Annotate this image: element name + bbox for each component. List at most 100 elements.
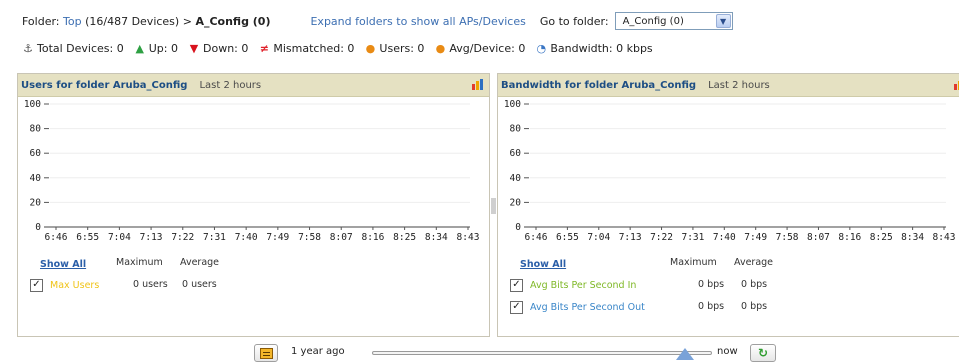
legend-row-bits-out[interactable]: ✓ Avg Bits Per Second Out	[510, 299, 645, 315]
series-checkbox[interactable]: ✓	[510, 278, 523, 292]
average-header: Average	[734, 257, 774, 268]
panel-splitter[interactable]	[491, 198, 496, 214]
timeline-end-label: now	[717, 346, 738, 357]
chart-options-icon[interactable]	[954, 79, 959, 90]
top-device-count: (16/487 Devices)	[85, 14, 180, 28]
series-avg-value: 0 bps	[741, 279, 768, 290]
stat-total-devices: ⚓ Total Devices: 0	[22, 42, 124, 55]
refresh-icon: ↻	[757, 346, 769, 360]
average-header: Average	[180, 257, 220, 268]
users-chart-panel: Users for folder Aruba_Config Last 2 hou…	[17, 73, 490, 337]
x-tick-label: 7:49	[744, 232, 767, 243]
goto-folder-value: A_Config (0)	[622, 15, 684, 27]
bandwidth-icon: ◔	[536, 41, 547, 55]
series-label: Avg Bits Per Second In	[530, 279, 637, 291]
x-tick-label: 7:13	[619, 232, 642, 243]
refresh-button[interactable]: ↻	[750, 344, 776, 362]
x-tick-label: 7:13	[140, 232, 163, 243]
x-tick-label: 8:25	[393, 232, 416, 243]
x-tick-label: 8:34	[425, 232, 448, 243]
stat-label: Bandwidth: 0 kbps	[550, 41, 653, 55]
bandwidth-line-chart: 0 20 40 60 80 100 6:46 6:55 7:04 7:13 7:22 7:31 7:40…	[504, 99, 956, 243]
x-tick-label: 8:07	[807, 232, 830, 243]
x-tick-label: 6:55	[556, 232, 579, 243]
y-tick-label: 40	[30, 173, 42, 184]
stat-label: Up: 0	[148, 41, 178, 55]
goto-folder-label: Go to folder:	[539, 14, 609, 28]
users-panel-title: Users for folder Aruba_Config	[21, 79, 188, 91]
stat-label: Avg/Device: 0	[449, 41, 526, 55]
timeline-track[interactable]	[372, 351, 712, 355]
x-tick-label: 6:46	[525, 232, 548, 243]
y-tick-label: 100	[504, 99, 521, 110]
maximum-header: Maximum	[670, 257, 717, 268]
stat-label: Down: 0	[203, 41, 249, 55]
calendar-icon	[259, 347, 273, 359]
x-tick-label: 8:43	[933, 232, 956, 243]
user-icon: ●	[365, 41, 376, 55]
series-avg-value: 0 users	[182, 279, 217, 290]
y-tick-label: 20	[510, 197, 522, 208]
show-all-link[interactable]: Show All	[40, 259, 86, 270]
x-tick-label: 7:40	[713, 232, 736, 243]
current-folder: A_Config (0)	[195, 14, 271, 28]
goto-folder-select[interactable]: A_Config (0) ▼	[614, 12, 733, 30]
series-max-value: 0 users	[133, 279, 168, 290]
y-tick-label: 0	[35, 222, 41, 233]
top-folder-link[interactable]: Top	[63, 15, 82, 28]
x-tick-label: 7:31	[681, 232, 704, 243]
timeline-handle[interactable]	[675, 348, 694, 360]
stat-avg-device: ● Avg/Device: 0	[434, 41, 526, 55]
x-tick-label: 7:22	[650, 232, 673, 243]
y-tick-label: 100	[24, 99, 41, 110]
breadcrumb-separator: >	[182, 14, 192, 28]
chevron-down-icon[interactable]: ▼	[715, 14, 731, 28]
stat-up: ▲ Up: 0	[134, 42, 178, 55]
expand-folders-link[interactable]: Expand folders to show all APs/Devices	[310, 15, 525, 28]
stat-users: ● Users: 0	[364, 41, 425, 55]
series-max-value: 0 bps	[698, 279, 725, 290]
y-tick-label: 0	[515, 222, 521, 233]
users-panel-header: Users for folder Aruba_Config Last 2 hou…	[18, 74, 489, 97]
series-checkbox[interactable]: ✓	[30, 278, 43, 292]
legend-row-bits-in[interactable]: ✓ Avg Bits Per Second In	[510, 277, 636, 293]
stat-mismatched: ≠ Mismatched: 0	[258, 41, 355, 55]
series-avg-value: 0 bps	[741, 301, 768, 312]
y-tick-label: 80	[30, 124, 42, 135]
folder-breadcrumb: Folder: Top (16/487 Devices) > A_Config …	[22, 12, 733, 30]
user-icon: ●	[435, 41, 446, 55]
mismatch-icon: ≠	[259, 41, 269, 55]
x-tick-label: 8:25	[870, 232, 893, 243]
stat-label: Users: 0	[379, 41, 425, 55]
calendar-button[interactable]	[254, 344, 278, 362]
y-tick-label: 60	[510, 148, 522, 159]
x-tick-label: 8:16	[838, 232, 861, 243]
show-all-link[interactable]: Show All	[520, 259, 566, 270]
x-tick-label: 7:22	[171, 232, 194, 243]
timeline-start-label: 1 year ago	[291, 346, 345, 357]
x-tick-label: 7:04	[587, 232, 610, 243]
time-range-slider: 1 year ago now ↻	[0, 344, 959, 362]
x-tick-label: 6:46	[45, 232, 68, 243]
x-tick-label: 8:07	[330, 232, 353, 243]
series-checkbox[interactable]: ✓	[510, 300, 523, 314]
x-tick-label: 7:58	[298, 232, 321, 243]
x-tick-label: 6:55	[76, 232, 99, 243]
bandwidth-panel-header: Bandwidth for folder Aruba_Config Last 2…	[498, 74, 959, 97]
stat-bandwidth: ◔ Bandwidth: 0 kbps	[535, 41, 653, 55]
x-tick-label: 8:43	[457, 232, 480, 243]
chart-options-icon[interactable]	[472, 79, 484, 90]
x-tick-label: 7:04	[108, 232, 131, 243]
users-line-chart: 0 20 40 60 80 100 6:46 6:55 7:04 7:13 7:22 7:31 7:40…	[24, 99, 480, 243]
x-tick-label: 7:49	[266, 232, 289, 243]
legend-row-max-users[interactable]: ✓ Max Users	[30, 277, 99, 293]
series-max-value: 0 bps	[698, 301, 725, 312]
stat-down: ▼ Down: 0	[188, 41, 249, 55]
series-label: Avg Bits Per Second Out	[530, 301, 645, 313]
series-label: Max Users	[50, 279, 100, 291]
down-arrow-icon: ▼	[189, 41, 199, 55]
device-icon: ⚓	[23, 41, 33, 55]
stat-label: Mismatched: 0	[273, 41, 355, 55]
bandwidth-chart-panel: Bandwidth for folder Aruba_Config Last 2…	[497, 73, 959, 337]
bandwidth-panel-range: Last 2 hours	[708, 79, 770, 91]
